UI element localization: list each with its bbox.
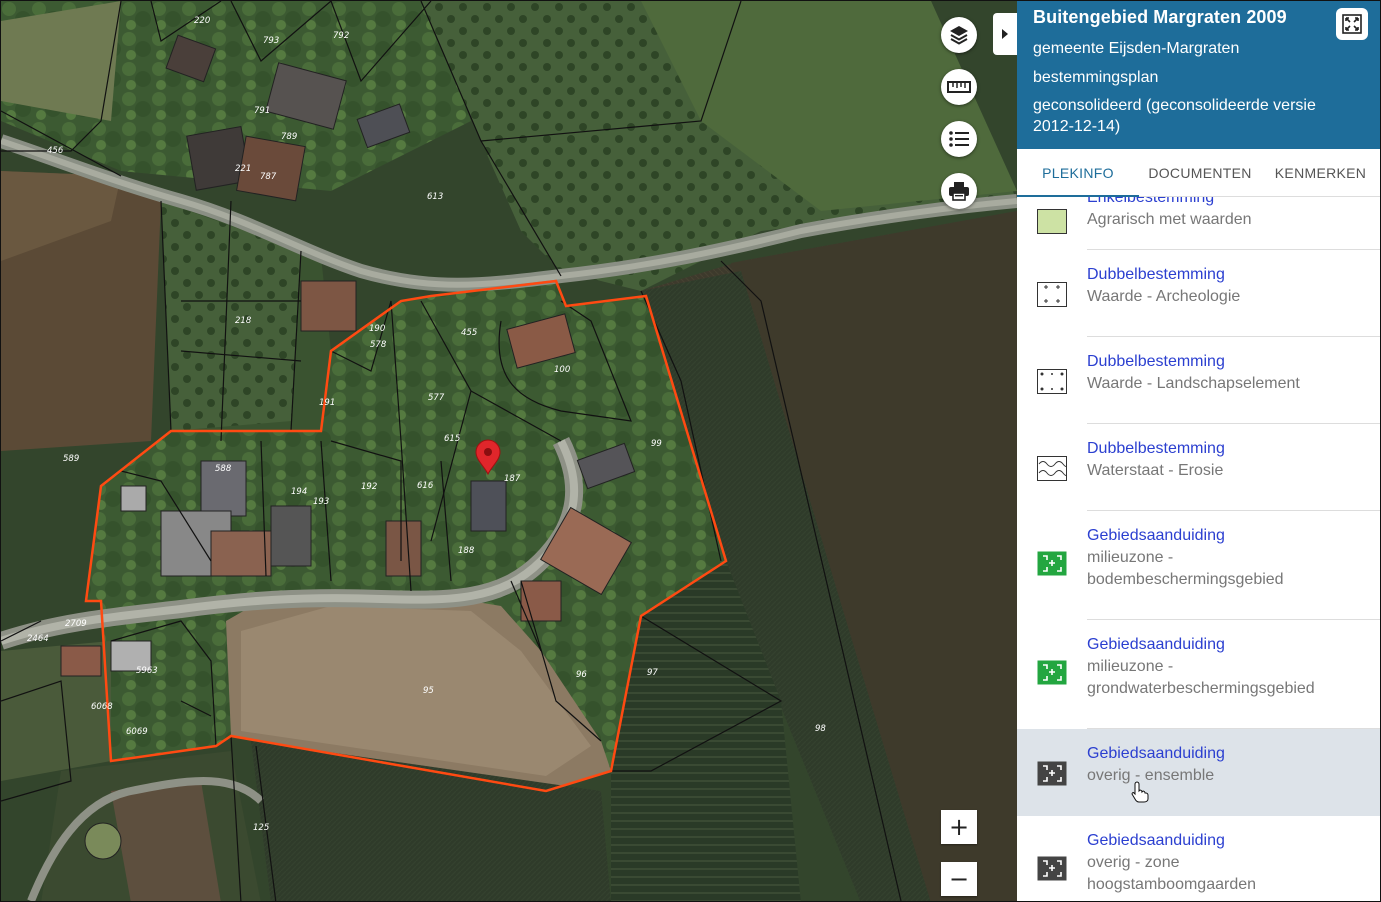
item-title: Dubbelbestemming — [1087, 353, 1225, 370]
parcel-number: 95 — [423, 686, 434, 696]
parcel-number: 589 — [63, 454, 79, 464]
parcel-number: 220 — [194, 16, 210, 26]
item-title: Dubbelbestemming — [1087, 440, 1225, 457]
map-view[interactable]: 220 793 792 791 789 221 787 456 613 218 190 578 455 1… — [1, 1, 1017, 902]
item-description-line2: bodembeschermingsgebied — [1087, 571, 1284, 588]
item-description-line2: hoogstamboomgaarden — [1087, 876, 1257, 893]
parcel-number: 190 — [369, 324, 385, 334]
plan-status-label: geconsolideerd (geconsolideerde versie 2… — [1033, 97, 1316, 135]
parcel-number: 2464 — [27, 634, 49, 644]
plan-type-label: bestemmingsplan — [1033, 69, 1159, 86]
parcel-number: 588 — [215, 464, 232, 474]
zoom-in-button[interactable]: + — [941, 810, 977, 844]
list-item-enkelbestemming[interactable]: Enkelbestemming Agrarisch met waarden — [1017, 197, 1380, 250]
parcel-number: 97 — [647, 668, 658, 678]
item-description-line1: overig - zone — [1087, 854, 1180, 871]
measure-button[interactable] — [941, 69, 977, 105]
parcel-number: 615 — [444, 434, 460, 444]
parcel-number: 187 — [504, 474, 521, 484]
crosses-frame-icon — [1037, 282, 1067, 307]
aerial-photo-map[interactable]: 220 793 792 791 789 221 787 456 613 218 190 578 455 1… — [1, 1, 1017, 902]
item-title: Gebiedsaanduiding — [1087, 527, 1225, 544]
zoom-out-button[interactable]: − — [941, 862, 977, 896]
parcel-number: 2709 — [65, 619, 87, 629]
parcel-number: 456 — [47, 146, 64, 156]
parcel-number: 455 — [461, 328, 477, 338]
tab-documenten[interactable]: DOCUMENTEN — [1139, 149, 1261, 196]
item-title: Gebiedsaanduiding — [1087, 745, 1225, 762]
list-item-hoogstamboomgaarden[interactable]: Gebiedsaanduiding overig - zone hoogstam… — [1017, 816, 1380, 901]
parcel-number: 193 — [313, 497, 329, 507]
print-button[interactable] — [941, 173, 977, 209]
collapse-panel-button[interactable] — [993, 13, 1017, 55]
parcel-number: 6068 — [91, 702, 113, 712]
list-item-archeologie[interactable]: Dubbelbestemming Waarde - Archeologie — [1017, 250, 1380, 337]
plan-title: Buitengebied Margraten 2009 — [1033, 7, 1287, 27]
print-icon — [949, 182, 969, 201]
hand-cursor-icon — [1131, 781, 1149, 803]
item-description-line2: grondwaterbeschermingsgebied — [1087, 680, 1315, 697]
parcel-number: 789 — [281, 132, 297, 142]
item-description-line1: milieuzone - — [1087, 549, 1174, 566]
legend-button[interactable] — [941, 121, 977, 157]
parcel-number: 5963 — [136, 666, 158, 676]
plekinfo-list: Enkelbestemming Agrarisch met waarden Du… — [1017, 197, 1380, 901]
chevron-right-icon — [1002, 29, 1008, 39]
list-item-landschapselement[interactable]: Dubbelbestemming Waarde - Landschapselem… — [1017, 337, 1380, 424]
parcel-number: 578 — [370, 340, 387, 350]
parcel-number: 6069 — [126, 727, 148, 737]
parcel-number: 194 — [291, 487, 307, 497]
parcel-number: 221 — [235, 164, 251, 174]
parcel-number: 100 — [554, 365, 570, 375]
parcel-number: 192 — [361, 482, 377, 492]
green-square-icon — [1037, 209, 1067, 234]
parcel-number: 791 — [254, 106, 270, 116]
item-title: Gebiedsaanduiding — [1087, 832, 1225, 849]
parcel-number: 613 — [427, 192, 443, 202]
ruler-icon — [947, 81, 971, 93]
list-item-bodembeschermingsgebied[interactable]: Gebiedsaanduiding milieuzone - bodembesc… — [1017, 511, 1380, 620]
wave-frame-icon — [1037, 456, 1067, 481]
fullscreen-icon — [1342, 14, 1362, 34]
fullscreen-button[interactable] — [1336, 8, 1368, 40]
green-zone-icon — [1037, 660, 1067, 685]
list-item-ensemble[interactable]: Gebiedsaanduiding overig - ensemble — [1017, 729, 1380, 816]
panel-header: Buitengebied Margraten 2009 gemeente Eij… — [1017, 1, 1380, 149]
parcel-number: 96 — [576, 670, 587, 680]
panel-tabs: PLEKINFO DOCUMENTEN KENMERKEN — [1017, 149, 1380, 197]
item-title: Gebiedsaanduiding — [1087, 636, 1225, 653]
layers-icon — [950, 26, 968, 45]
item-title: Dubbelbestemming — [1087, 266, 1225, 283]
app-window: 220 793 792 791 789 221 787 456 613 218 190 578 455 1… — [0, 0, 1381, 902]
layers-button[interactable] — [941, 17, 977, 53]
item-title: Enkelbestemming — [1087, 197, 1215, 206]
green-zone-icon — [1037, 551, 1067, 576]
item-description-line1: milieuzone - — [1087, 658, 1174, 675]
info-panel: Buitengebied Margraten 2009 gemeente Eij… — [1017, 1, 1380, 901]
parcel-number: 218 — [235, 316, 252, 326]
parcel-number: 191 — [319, 398, 335, 408]
parcel-number: 125 — [253, 823, 269, 833]
parcel-number: 787 — [260, 172, 277, 182]
item-description: Agrarisch met waarden — [1087, 211, 1252, 228]
parcel-number: 616 — [417, 481, 434, 491]
tab-plekinfo[interactable]: PLEKINFO — [1017, 149, 1139, 197]
tab-kenmerken[interactable]: KENMERKEN — [1261, 149, 1380, 196]
list-item-grondwaterbeschermingsgebied[interactable]: Gebiedsaanduiding milieuzone - grondwate… — [1017, 620, 1380, 729]
list-icon — [949, 131, 969, 147]
grey-zone-icon — [1037, 761, 1067, 786]
parcel-number: 792 — [333, 31, 349, 41]
item-description: Waarde - Archeologie — [1087, 288, 1241, 305]
parcel-number: 188 — [458, 546, 475, 556]
parcel-number: 577 — [428, 393, 445, 403]
parcel-number: 793 — [263, 36, 279, 46]
municipality-label: gemeente Eijsden-Margraten — [1033, 40, 1240, 57]
dotted-frame-icon — [1037, 369, 1067, 394]
item-description: Waterstaat - Erosie — [1087, 462, 1224, 479]
item-description: Waarde - Landschapselement — [1087, 375, 1300, 392]
list-item-erosie[interactable]: Dubbelbestemming Waterstaat - Erosie — [1017, 424, 1380, 511]
parcel-number: 98 — [815, 724, 826, 734]
parcel-number: 99 — [651, 439, 662, 449]
grey-zone-icon — [1037, 856, 1067, 881]
